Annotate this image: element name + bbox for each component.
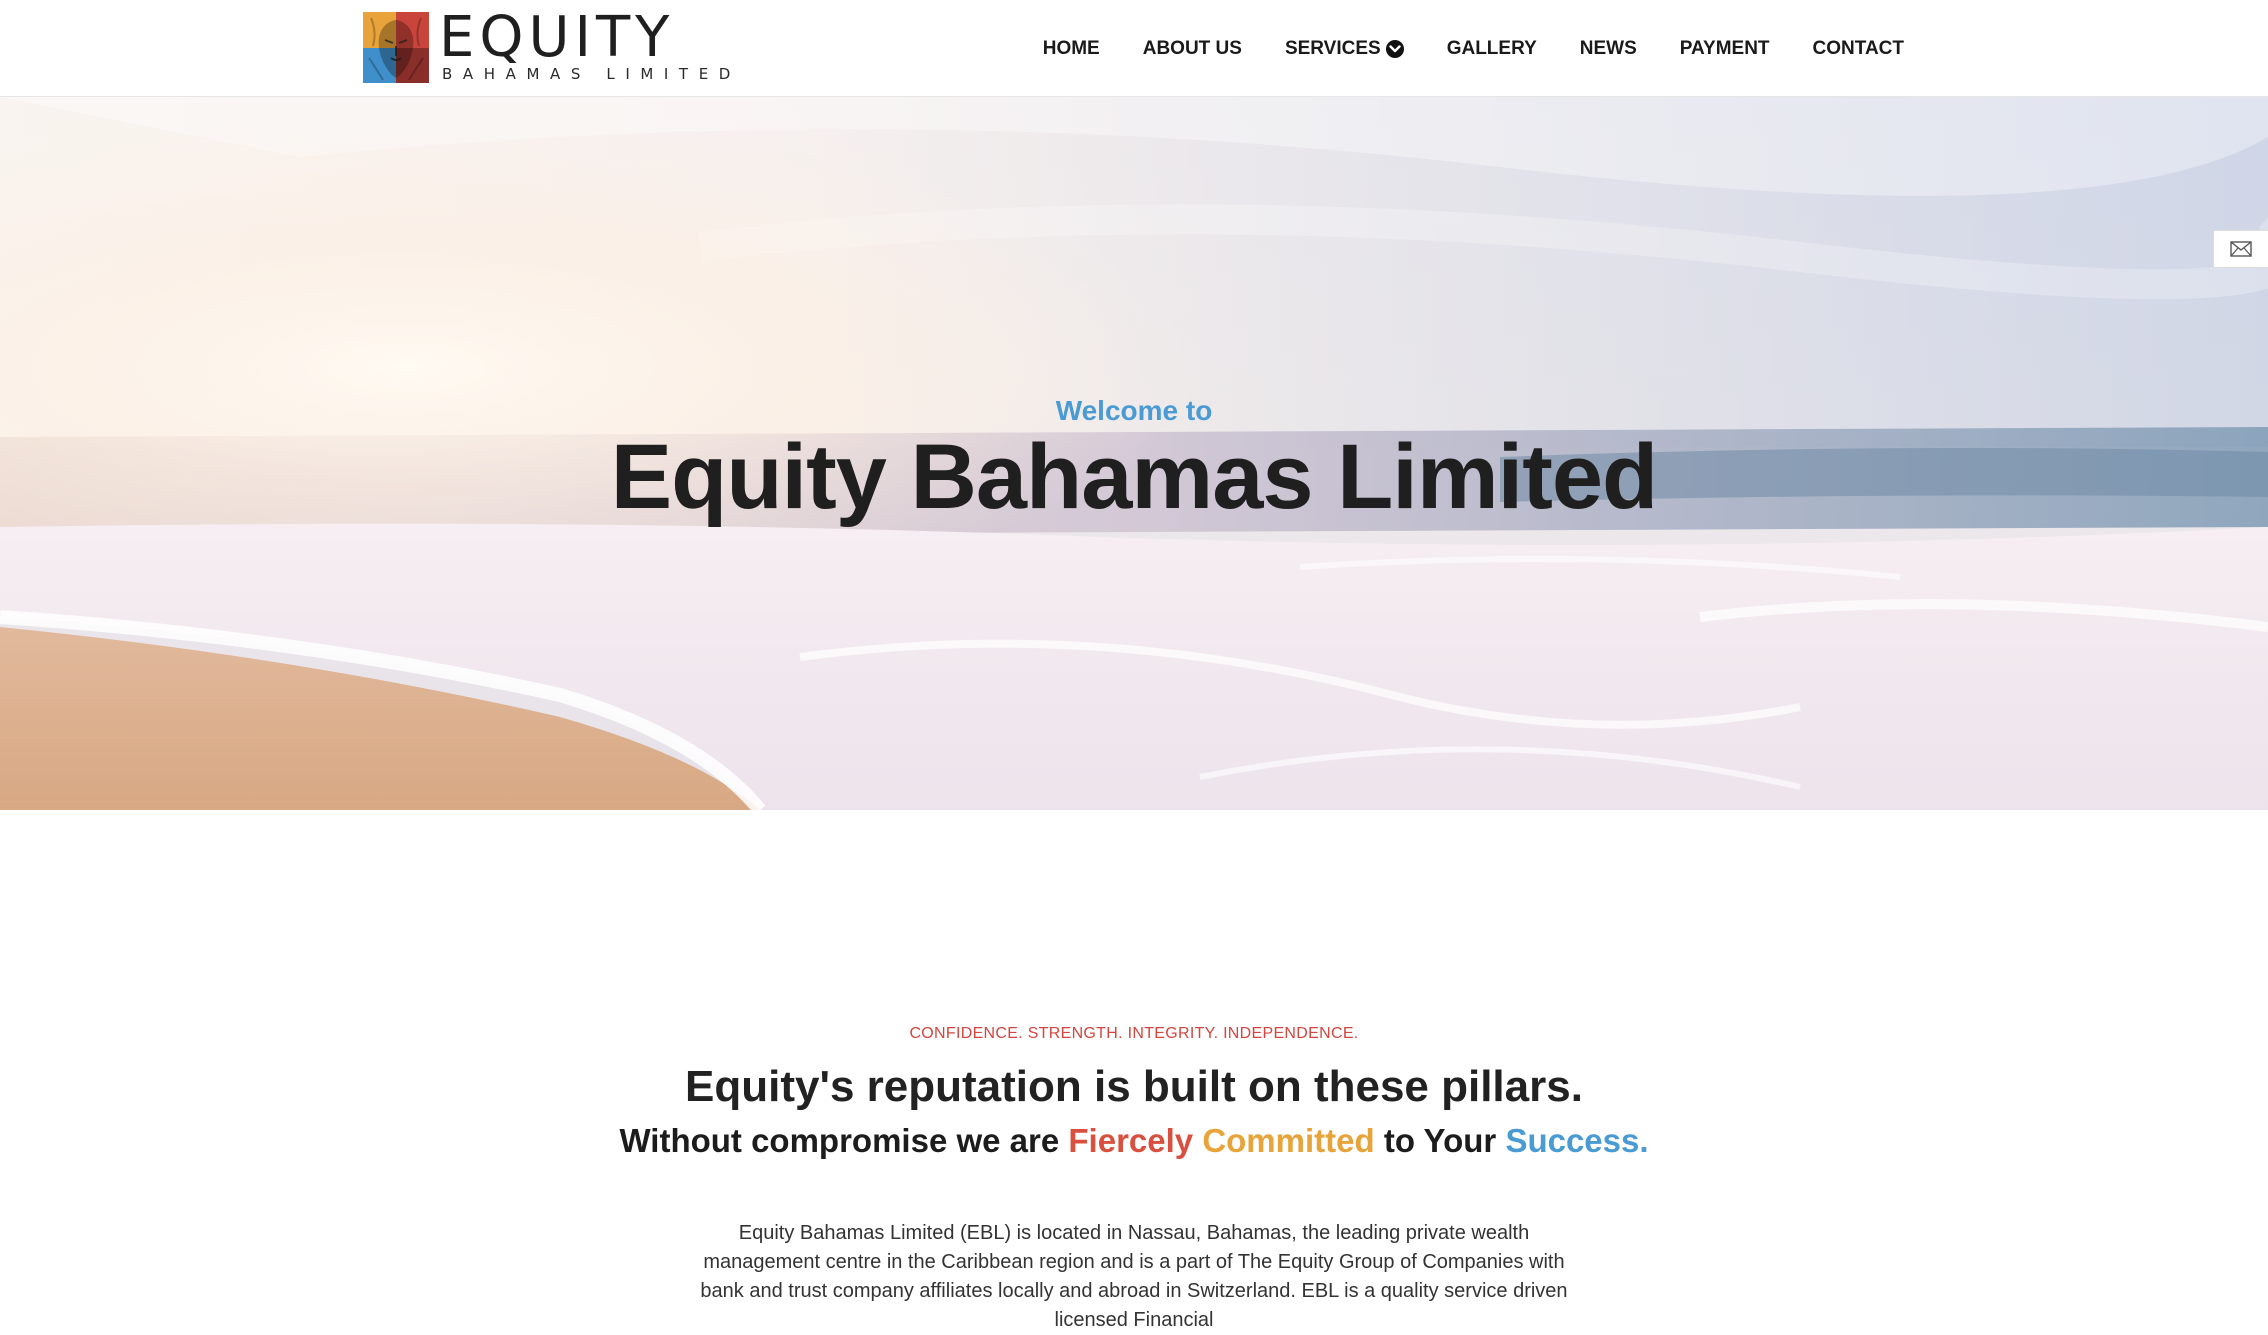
intro-paragraph: Equity Bahamas Limited (EBL) is located … — [700, 1222, 1568, 1331]
pillars-word-success: Success. — [1505, 1122, 1649, 1159]
nav-about-us-label: ABOUT US — [1142, 37, 1242, 59]
pillars-section: CONFIDENCE. STRENGTH. INTEGRITY. INDEPEN… — [0, 810, 2268, 1331]
nav-services[interactable]: SERVICES — [1285, 38, 1404, 60]
lion-logo-icon — [363, 12, 429, 83]
nav-payment[interactable]: PAYMENT — [1680, 38, 1770, 60]
nav-payment-label: PAYMENT — [1679, 37, 1770, 59]
nav-home-label: HOME — [1042, 37, 1100, 59]
logo-wordmark: EQUITY — [439, 5, 675, 70]
hero-title: Equity Bahamas Limited — [610, 426, 1658, 528]
nav-news-label: NEWS — [1579, 37, 1637, 59]
nav-services-label: SERVICES — [1284, 37, 1381, 59]
nav-gallery-label: GALLERY — [1446, 37, 1537, 59]
site-header: EQUITY BAHAMAS LIMITED HOME ABOUT US SER… — [0, 0, 2268, 97]
nav-home[interactable]: HOME — [1043, 38, 1100, 60]
pillars-word-fiercely: Fiercely — [1068, 1122, 1194, 1159]
pillars-sub-prefix: Without compromise we are — [619, 1122, 1069, 1159]
pillars-heading: Equity's reputation is built on these pi… — [685, 1062, 1583, 1111]
nav-news[interactable]: NEWS — [1580, 38, 1637, 60]
nav-about-us[interactable]: ABOUT US — [1143, 38, 1242, 60]
hero-welcome-text: Welcome to — [1055, 395, 1213, 426]
main-nav: HOME ABOUT US SERVICES GALLERY NEWS PAYM… — [1043, 0, 1904, 97]
chevron-down-icon — [1385, 39, 1404, 58]
nav-contact-label: CONTACT — [1812, 37, 1904, 59]
nav-contact[interactable]: CONTACT — [1813, 38, 1904, 60]
pillars-subheading: Without compromise we are Fiercely Commi… — [0, 1122, 2268, 1160]
mail-icon — [2230, 241, 2252, 257]
pillars-sub-mid: to Your — [1374, 1122, 1506, 1159]
nav-gallery[interactable]: GALLERY — [1447, 38, 1537, 60]
hero-banner: Welcome to Equity Bahamas Limited — [0, 97, 2268, 810]
mail-button[interactable] — [2213, 230, 2268, 268]
logo[interactable]: EQUITY BAHAMAS LIMITED — [363, 6, 730, 86]
pillars-eyebrow: CONFIDENCE. STRENGTH. INTEGRITY. INDEPEN… — [909, 1025, 1359, 1042]
pillars-word-committed: Committed — [1202, 1122, 1375, 1159]
logo-subtitle: BAHAMAS LIMITED — [442, 65, 741, 83]
